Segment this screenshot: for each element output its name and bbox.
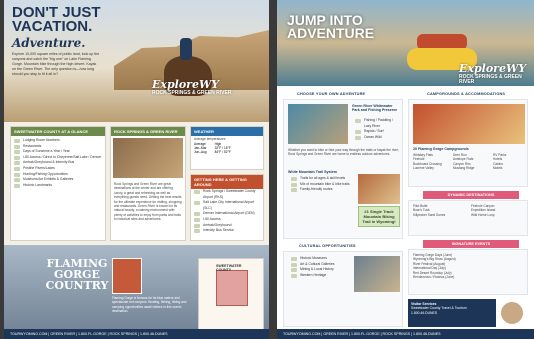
dynamic-item: Wild Horse Loop	[471, 212, 495, 217]
getting-title: GETTING HERE & GETTING AROUND	[191, 175, 263, 189]
biker-photo	[358, 174, 400, 204]
table-row: Jun–Aug 84°F / 52°F	[194, 150, 231, 154]
explore-logo-right: ExploreWY ROCK SPRINGS & GREEN RIVER	[459, 62, 534, 85]
campgrounds-title: CAMPGROUNDS & ACCOMMODATIONS	[427, 92, 506, 96]
left-headline: DON'T JUST VACATION.	[12, 4, 101, 35]
glance-list: Lodging Room Numbers Restaurants Days of…	[11, 136, 105, 188]
campgrounds-subtitle: 20 Flaming Gorge Campgrounds	[413, 147, 469, 151]
cultural-item: Western Heritage	[288, 273, 348, 279]
avatar	[499, 300, 525, 326]
map-label: SWEETWATER COUNTY	[216, 264, 242, 272]
adventure-body: Whether you want to bike or hike your wa…	[288, 148, 399, 157]
left-intro: Explore 10,000 square miles of public la…	[12, 52, 100, 76]
signature-list: Flaming Gorge Days (June) Wyoming's Big …	[413, 253, 525, 279]
logo-subtext: ROCK SPRINGS & GREEN RIVER	[459, 74, 522, 85]
camp-col-1: Whiskey Flats Firehole Buckboard Crossin…	[413, 153, 451, 171]
contact-phone: 1.800.46.DUNES	[411, 310, 438, 315]
left-subhead: Adventure.	[12, 36, 86, 50]
cultural-list: Historic Museums Art & Cultural Gallerie…	[288, 256, 348, 278]
right-page: JUMP INTO ADVENTURE ExploreWY ROCK SPRIN…	[277, 0, 534, 339]
getting-box: GETTING HERE & GETTING AROUND Rock Sprin…	[190, 174, 264, 241]
camp-col-2: Deer Run Antelope Flats Canyon Rim Musta…	[453, 153, 489, 171]
trails-item: Family-friendly routes	[288, 187, 354, 193]
right-footer: TOURWYOMING.COM | GREEN RIVER | 1.800.FL…	[277, 329, 534, 339]
weather-title: WEATHER	[191, 127, 263, 136]
dynamic-col-1: Pilot Butte Boar's Tusk Killpecker Sand …	[413, 204, 469, 217]
left-footer: TOURWYOMING.COM | GREEN RIVER | 1.800.FL…	[4, 329, 269, 339]
signature-panel: Flaming Gorge Days (June) Wyoming's Big …	[408, 249, 528, 295]
table-cell: 84°F / 52°F	[214, 150, 231, 155]
cultural-panel: Historic Museums Art & Cultural Gallerie…	[283, 251, 403, 327]
feature-title: Green River Whitewater Park and Fishing …	[352, 104, 398, 112]
rider-image	[180, 38, 192, 60]
left-page: DON'T JUST VACATION. Adventure. Explore …	[4, 0, 269, 339]
camp-item: Mustang Ridge	[453, 166, 475, 171]
contact-box: Visitor Services Sweetwater County Trave…	[408, 299, 496, 327]
feature-item: Fishing / Paddling / Lazy River	[352, 118, 400, 129]
museum-photo	[354, 256, 400, 292]
feature-list: Fishing / Paddling / Lazy River Rapids /…	[352, 118, 400, 140]
rsgr-box: ROCK SPRINGS & GREEN RIVER Rock Springs …	[110, 126, 186, 241]
trails-title: White Mountain Trail System	[288, 170, 337, 174]
campgrounds-panel: 20 Flaming Gorge Campgrounds Whiskey Fla…	[408, 99, 528, 187]
cultural-title: CULTURAL OPPORTUNITIES	[299, 244, 356, 248]
rsgr-title: ROCK SPRINGS & GREEN RIVER	[111, 127, 185, 136]
glance-item: Historic Landmarks	[11, 183, 105, 189]
dynamic-item: Killpecker Sand Dunes	[413, 212, 446, 217]
signature-title: SIGNATURE EVENTS	[423, 240, 519, 248]
getting-item: Salt Lake City International Airport (SL…	[191, 200, 263, 211]
glance-box: SWEETWATER COUNTY AT A GLANCE Lodging Ro…	[10, 126, 106, 241]
dynamic-col-2: Firehole Canyon Expedition Island Wild H…	[471, 204, 525, 217]
logo-subtext: ROCK SPRINGS & GREEN RIVER	[152, 90, 232, 96]
getting-item: Rock Springs / Sweetwater County Airport…	[191, 189, 263, 200]
camp-col-3: RV Parks Hotels Cabins Motels	[493, 153, 525, 171]
table-cell: Jun–Aug	[194, 150, 207, 155]
brochure-thumb	[112, 258, 142, 294]
camp-item: Lucerne Valley	[413, 166, 434, 171]
weather-box: WEATHER Average temperatures Average High…	[190, 126, 264, 170]
rsgr-photo	[113, 138, 183, 178]
single-track-callout: #1 Single Track Mountain Biking Trail in…	[358, 206, 400, 227]
county-shape	[216, 270, 248, 306]
explore-logo-left: ExploreWY ROCK SPRINGS & GREEN RIVER	[152, 78, 231, 96]
flaming-gorge-body: Flaming Gorge is famous for its blue wat…	[112, 296, 187, 314]
glance-title: SWEETWATER COUNTY AT A GLANCE	[11, 127, 105, 136]
signature-item: Rendezvous / Rodeos (June)	[413, 275, 455, 280]
own-adventure-panel: Green River Whitewater Park and Fishing …	[283, 99, 403, 239]
own-adventure-title: CHOOSE YOUR OWN ADVENTURE	[297, 92, 366, 96]
getting-item: Intercity Bus Service	[191, 228, 263, 234]
whitewater-photo	[288, 104, 348, 144]
dynamic-title: DYNAMIC DESTINATIONS	[423, 191, 519, 199]
dynamic-panel: Pilot Butte Boar's Tusk Killpecker Sand …	[408, 200, 528, 236]
camp-item: Motels	[493, 166, 503, 171]
rsgr-body: Rock Springs and Green River are great d…	[114, 182, 182, 222]
trails-list: Trails for all ages & skill levels Mix o…	[288, 176, 354, 193]
right-headline: JUMP INTO ADVENTURE	[287, 12, 375, 41]
weather-table: Average High Jan–Mar 32°F / 15°F Jun–Aug 84…	[194, 142, 231, 154]
campground-photo	[413, 104, 525, 144]
feature-item: Ocean Wild	[352, 135, 400, 141]
